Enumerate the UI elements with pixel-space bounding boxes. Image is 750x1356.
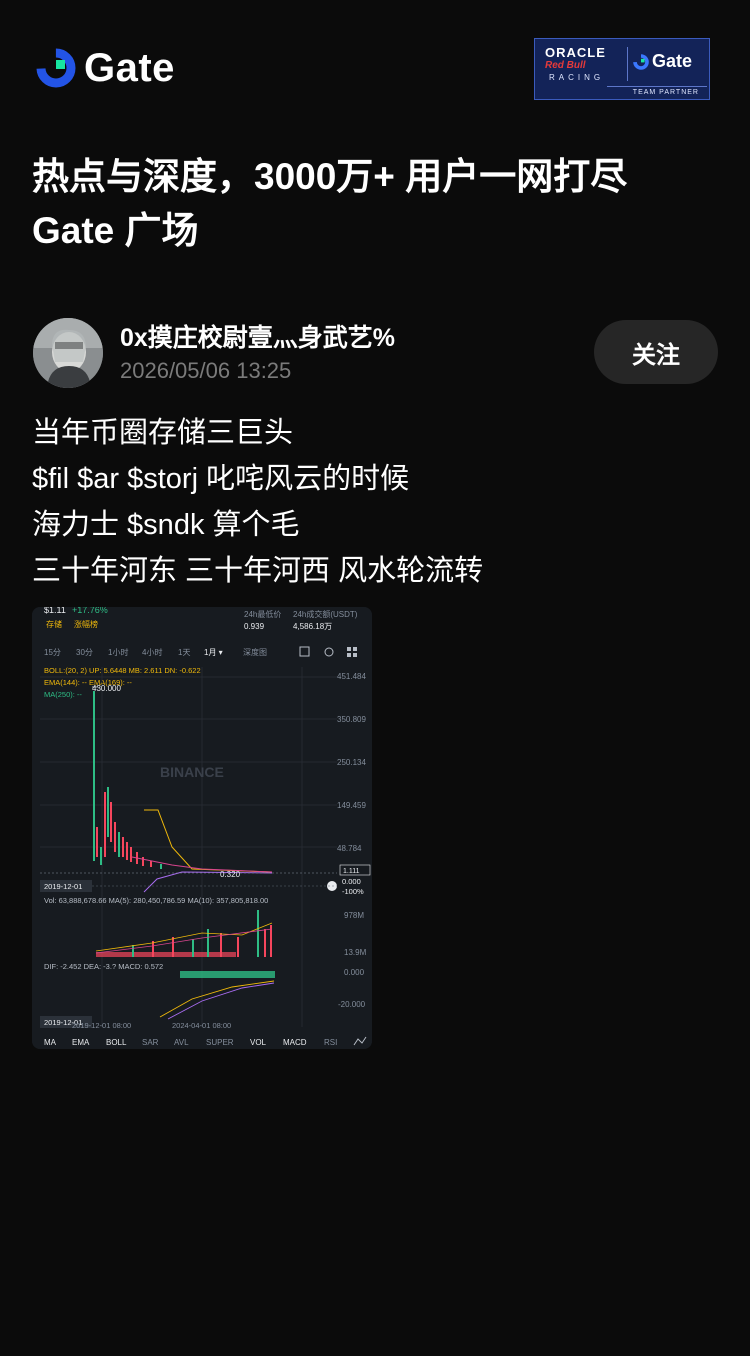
- cs-start-date: 2019-12-01: [44, 882, 82, 891]
- cs-xlabel-0: 2019-12-01 08:00: [72, 1021, 131, 1030]
- cs-peak: 430.000: [92, 684, 121, 693]
- cs-low-value: 0.939: [244, 622, 265, 631]
- follow-button[interactable]: 关注: [594, 320, 718, 384]
- cs-ind-6: VOL: [250, 1038, 267, 1047]
- cs-price: $1.11: [44, 607, 66, 615]
- badge-divider: [627, 47, 628, 81]
- gate-small-icon: [633, 53, 649, 70]
- cs-watermark: BINANCE: [160, 764, 224, 780]
- cs-tag-1: 涨幅榜: [74, 619, 98, 629]
- badge-racing-text: RACING: [549, 73, 605, 82]
- cs-macd-tick-0: 0.000: [344, 968, 365, 977]
- badge-oracle-text: ORACLE: [545, 45, 606, 60]
- post-content: 当年币圈存储三巨头 $fil $ar $storj 叱咤风云的时候 海力士 $s…: [32, 410, 483, 594]
- cs-low-label: 24h最低价: [244, 609, 281, 619]
- cs-ytick-0: 451.484: [337, 672, 366, 681]
- cs-pct-1: -100%: [342, 887, 364, 896]
- cs-ytick-4: 48.784: [337, 844, 362, 853]
- post-timestamp: 2026/05/06 13:25: [120, 358, 292, 383]
- cs-vol-line: Vol: 63,888,678.66 MA(5): 280,450,786.59…: [44, 896, 268, 905]
- badge-line: [607, 86, 707, 87]
- cs-ind-8: RSI: [324, 1038, 337, 1047]
- author-name[interactable]: 0x摸庄校尉壹灬身武艺%: [120, 318, 395, 354]
- cs-ind-3: SAR: [142, 1038, 159, 1047]
- cs-macd-hist: [180, 971, 275, 978]
- cs-ind-0: MA: [44, 1038, 57, 1047]
- cs-int-4: 1天: [178, 648, 190, 657]
- badge-gate-logo: Gate: [633, 51, 692, 72]
- cs-low-marker: 0.320: [220, 870, 241, 879]
- post-line-2: $fil $ar $storj 叱咤风云的时候: [32, 463, 410, 495]
- headline-line-2: Gate 广场: [32, 210, 199, 251]
- cs-xlabel-1: 2024-04-01 08:00: [172, 1021, 231, 1030]
- cs-vol-tick-0: 978M: [344, 911, 364, 920]
- cs-tag-0: 存储: [46, 619, 62, 629]
- cs-ind-2: BOLL: [106, 1038, 127, 1047]
- cs-pct-0: 0.000: [342, 877, 361, 886]
- cs-ytick-2: 250.134: [337, 758, 366, 767]
- cs-ma: MA(250): --: [44, 690, 82, 699]
- team-partner-badge: ORACLE Red Bull RACING Gate TEAM PARTNER: [534, 38, 710, 100]
- cs-int-2: 1小时: [108, 647, 128, 657]
- kline-screenshot: $1.11 +17.76% 存储 涨幅榜 24h最低价 0.939 24h成交额…: [32, 607, 372, 1049]
- cs-int-1: 30分: [76, 648, 93, 657]
- cs-int-6: 深度图: [243, 647, 267, 657]
- author-avatar[interactable]: [33, 318, 103, 388]
- cs-macd-tick-1: -20.000: [338, 1000, 366, 1009]
- cs-ytick-1: 350.809: [337, 715, 366, 724]
- post-line-3: 海力士 $sndk 算个毛: [32, 509, 300, 541]
- page-headline: 热点与深度，3000万+ 用户一网打尽 Gate 广场: [32, 150, 627, 258]
- badge-redbull-text: Red Bull: [545, 60, 586, 71]
- headline-line-1: 热点与深度，3000万+ 用户一网打尽: [32, 156, 628, 197]
- cs-boll: BOLL:(20, 2) UP: 5.6448 MB: 2.611 DN: -0…: [44, 666, 201, 675]
- cs-vol-label: 24h成交额(USDT): [293, 609, 358, 619]
- cs-ind-7: MACD: [283, 1038, 307, 1047]
- brand-name: Gate: [84, 46, 175, 90]
- gate-logo-icon: [36, 48, 76, 88]
- avatar-image: [33, 318, 103, 388]
- cs-int-5: 1月 ▾: [204, 648, 223, 657]
- cs-macd-line: DIF: -2.452 DEA: -3.? MACD: 0.572: [44, 962, 163, 971]
- cs-vol-tick-1: 13.9M: [344, 948, 367, 957]
- cs-ind-1: EMA: [72, 1038, 90, 1047]
- post-line-1: 当年币圈存储三巨头: [32, 417, 294, 449]
- cs-int-0: 15分: [44, 648, 61, 657]
- cs-grid-icon: [347, 647, 351, 651]
- post-line-4: 三十年河东 三十年河西 风水轮流转: [32, 555, 484, 587]
- post-image-chart[interactable]: $1.11 +17.76% 存储 涨幅榜 24h最低价 0.939 24h成交额…: [32, 607, 372, 1049]
- cs-ind-4: AVL: [174, 1038, 189, 1047]
- cs-change: +17.76%: [72, 607, 108, 615]
- cs-ytick-3: 149.459: [337, 801, 366, 810]
- gate-logo[interactable]: Gate: [36, 48, 175, 88]
- badge-team-partner-text: TEAM PARTNER: [632, 89, 699, 96]
- cs-vol-value: 4,586.18万: [293, 622, 332, 631]
- badge-gate-text: Gate: [652, 51, 693, 71]
- cs-price-tag: 1.111: [343, 868, 360, 875]
- cs-ind-5: SUPER: [206, 1038, 234, 1047]
- cs-int-3: 4小时: [142, 647, 162, 657]
